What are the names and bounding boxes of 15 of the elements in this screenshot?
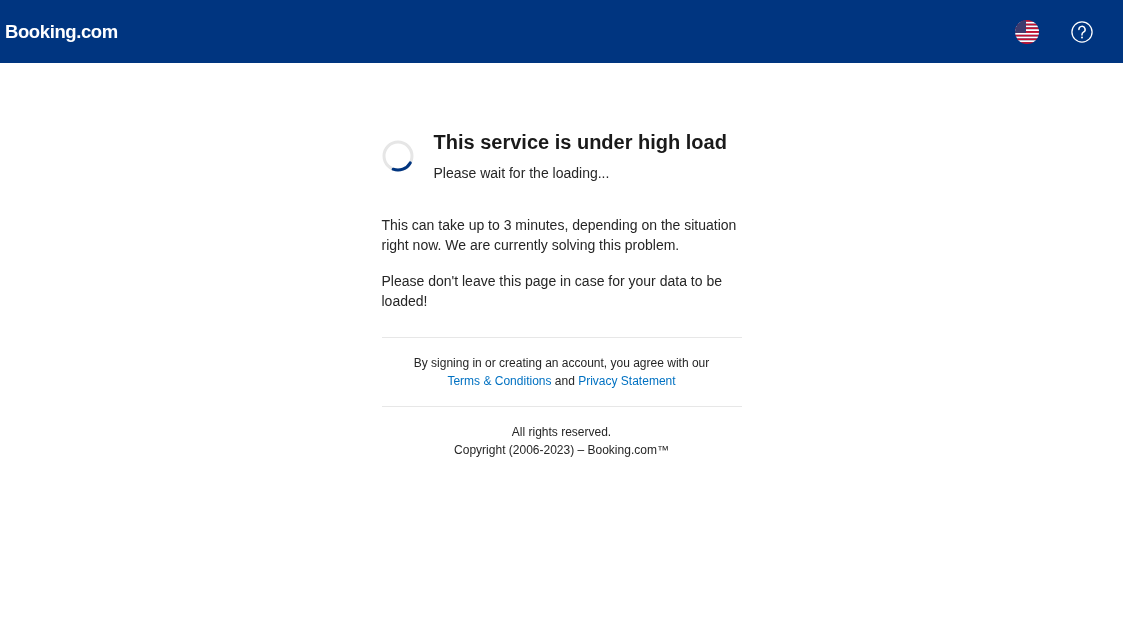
rights-text: All rights reserved.	[511, 424, 612, 441]
flag-icon	[1015, 19, 1039, 44]
page-title: This service is under high load	[433, 130, 727, 155]
info-paragraph: This can take up to 3 minutes, depending on the situation right now. We are currently solving this problem.	[381, 216, 738, 255]
copyright-text: Copyright (2006-2023) – Booking.com™	[454, 442, 669, 459]
language-button[interactable]	[1015, 19, 1039, 44]
loading-spinner-icon	[381, 140, 414, 172]
loading-message: Please wait for the loading...	[433, 164, 610, 183]
logo-link[interactable]: Booking.com	[5, 20, 118, 43]
help-icon	[1071, 20, 1093, 43]
info-paragraph: Please don't leave this page in case for your data to be loaded!	[381, 272, 723, 311]
terms-link[interactable]: Terms & Conditions	[447, 374, 552, 388]
privacy-link[interactable]: Privacy Statement	[578, 374, 676, 388]
legal-notice: By signing in or creating an account, you agree with our Terms & Conditions and Privacy Statement	[412, 355, 711, 390]
help-button[interactable]	[1071, 20, 1093, 43]
